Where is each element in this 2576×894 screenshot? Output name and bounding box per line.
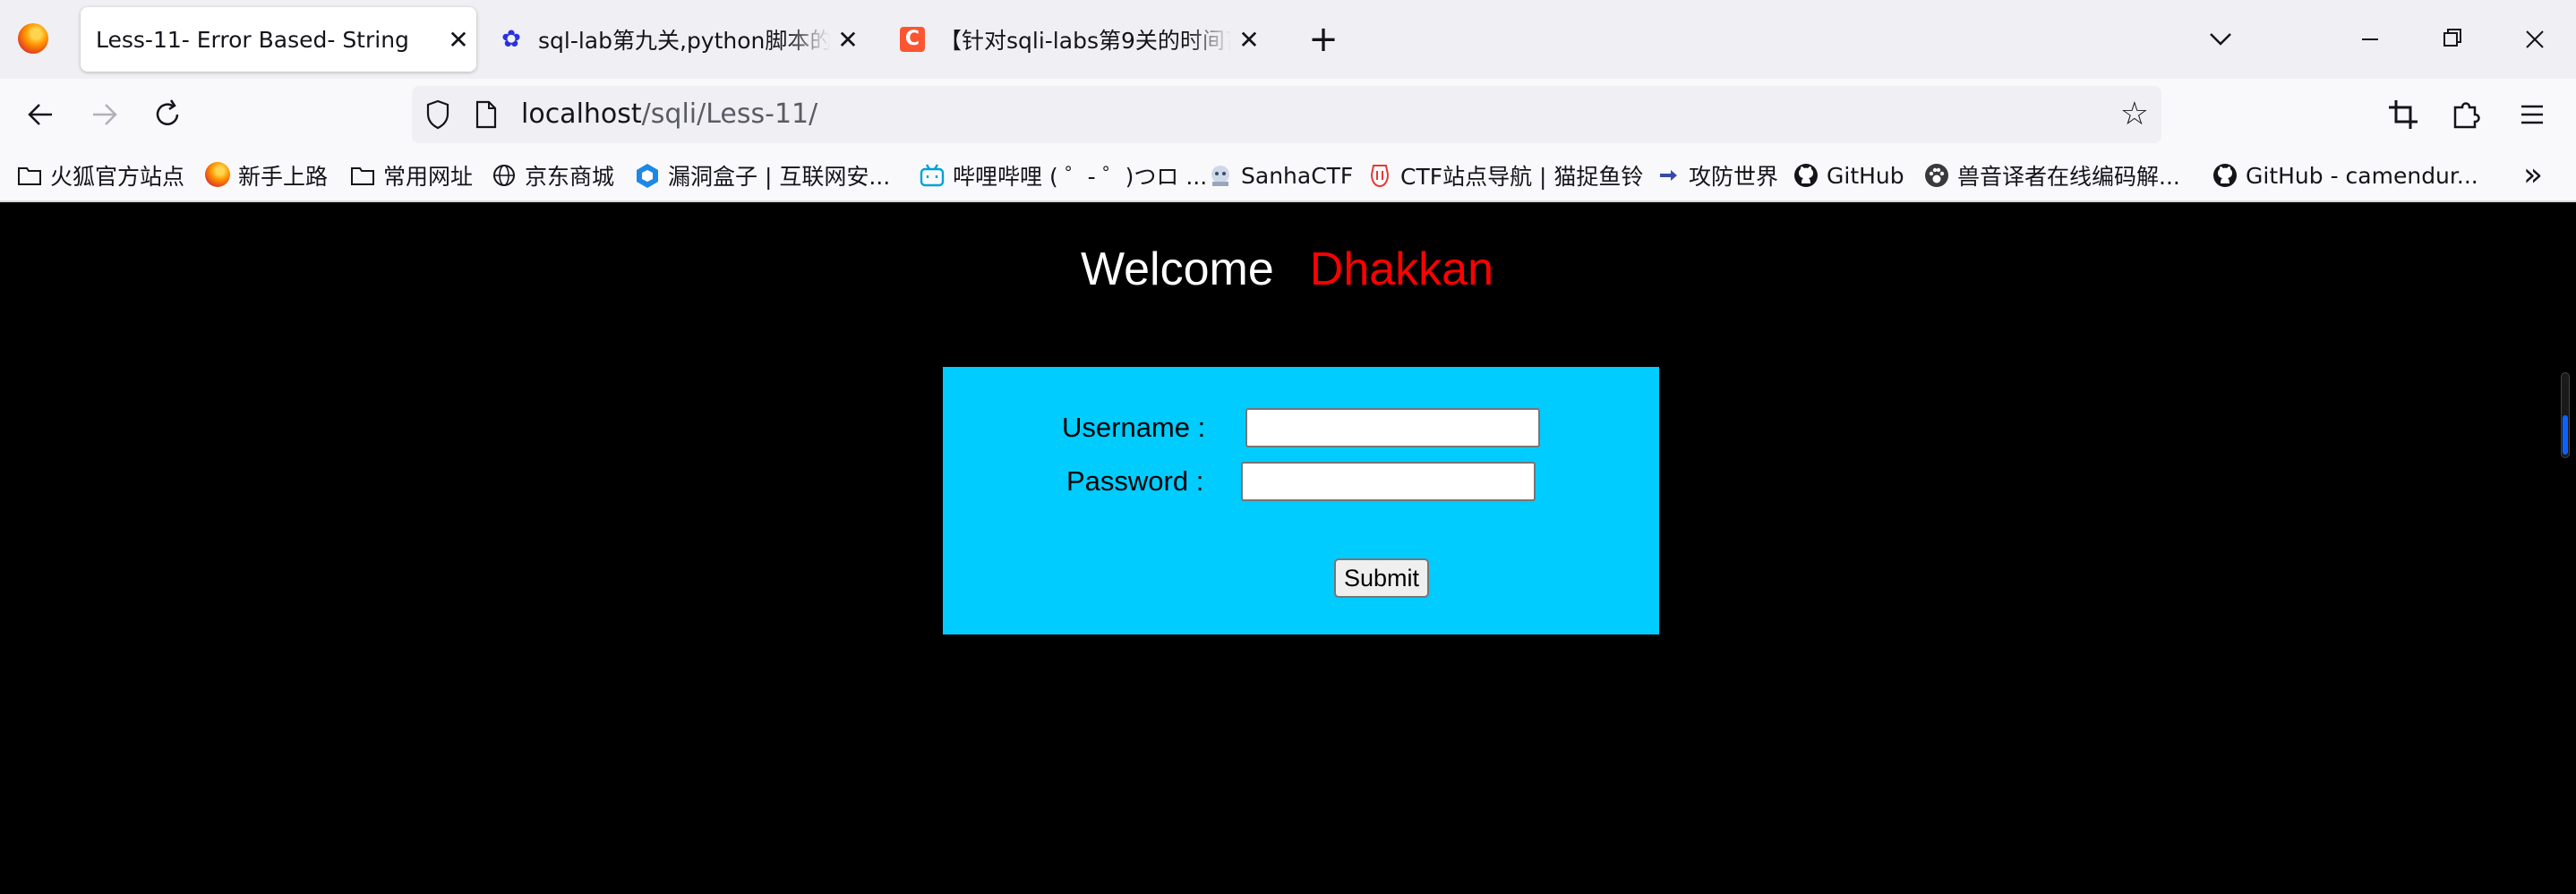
- paw-icon: [1923, 162, 1950, 189]
- crop-screenshot-icon[interactable]: [2382, 93, 2425, 136]
- tab-title: Less-11- Error Based- String: [96, 26, 409, 53]
- password-input[interactable]: [1241, 462, 1536, 501]
- welcome-text: Welcome: [1081, 243, 1274, 295]
- password-label: Password :: [1066, 465, 1204, 497]
- bookmark-bilibili[interactable]: 哔哩哔哩 ( ゜- ゜)つロ ...: [919, 158, 1207, 193]
- csdn-c-icon: C: [900, 27, 925, 52]
- bookmark-jd[interactable]: 京东商城: [491, 158, 614, 193]
- tab-sqli-labs-9[interactable]: C 【针对sqli-labs第9关的时间盲注 ✕: [900, 7, 1267, 72]
- bookmark-vulbox[interactable]: 漏洞盒子 | 互联网安...: [634, 158, 890, 193]
- close-icon[interactable]: ✕: [441, 25, 476, 55]
- url-host: localhost: [521, 98, 642, 130]
- github-icon: [2212, 162, 2238, 189]
- bookmark-adworld[interactable]: 攻防世界: [1655, 158, 1778, 193]
- more-bookmarks-chevron-icon[interactable]: »: [2523, 158, 2543, 193]
- page-content: Welcome Dhakkan Username : Password : Sub…: [0, 202, 2576, 894]
- bilibili-icon: [919, 162, 946, 189]
- tab-sql-lab-python[interactable]: ✿ sql-lab第九关,python脚本的编 ✕: [499, 7, 866, 72]
- github-icon: [1793, 162, 1819, 189]
- folder-icon: [349, 162, 376, 189]
- forward-arrow-icon[interactable]: [82, 91, 127, 138]
- navigation-toolbar: localhost/sqli/Less-11/ ☆: [0, 79, 2576, 150]
- bookmark-label: CTF站点导航 | 猫捉鱼铃: [1400, 164, 1644, 190]
- globe-icon: [491, 162, 518, 189]
- welcome-name: Dhakkan: [1309, 243, 1494, 295]
- bookmark-common-sites[interactable]: 常用网址: [349, 158, 473, 193]
- tracking-protection-shield-icon[interactable]: [424, 98, 451, 131]
- tab-title: 【针对sqli-labs第9关的时间盲注: [939, 28, 1231, 54]
- scrollbar-thumb[interactable]: [2563, 415, 2568, 455]
- ctf-icon: [1366, 162, 1393, 189]
- close-icon[interactable]: ✕: [1231, 25, 1267, 55]
- firefox-icon: [204, 162, 231, 189]
- bookmark-star-icon[interactable]: ☆: [2120, 95, 2149, 134]
- bookmark-sanhactf[interactable]: SanhaCTF: [1207, 158, 1353, 193]
- tab-less-11[interactable]: Less-11- Error Based- String ✕: [81, 7, 476, 72]
- hexagon-icon: [634, 162, 661, 189]
- minimize-icon[interactable]: [2343, 16, 2397, 63]
- bookmark-label: 常用网址: [383, 164, 474, 190]
- username-input[interactable]: [1245, 408, 1540, 447]
- bookmark-label: SanhaCTF: [1241, 162, 1354, 189]
- close-icon[interactable]: ✕: [830, 25, 866, 55]
- submit-button[interactable]: Submit: [1334, 558, 1429, 598]
- bookmark-ctf-nav[interactable]: CTF站点导航 | 猫捉鱼铃: [1366, 158, 1643, 193]
- restore-icon[interactable]: [2426, 16, 2479, 63]
- username-label: Username :: [1062, 412, 1206, 443]
- bookmark-firefox-official[interactable]: 火狐官方站点: [16, 158, 184, 193]
- bookmark-label: 新手上路: [238, 164, 329, 190]
- bookmark-label: 京东商城: [525, 164, 615, 190]
- bookmark-label: 火狐官方站点: [50, 164, 185, 190]
- tab-bar: Less-11- Error Based- String ✕ ✿ sql-lab…: [0, 0, 2576, 79]
- baidu-paw-icon: ✿: [501, 26, 521, 53]
- url-text[interactable]: localhost/sqli/Less-11/: [521, 98, 817, 131]
- extensions-puzzle-icon[interactable]: [2444, 93, 2487, 136]
- bookmarks-toolbar: 火狐官方站点 新手上路 常用网址 京东商城 漏洞盒子 | 互联网安... 哔哩哔…: [0, 150, 2576, 202]
- firefox-logo-icon[interactable]: [18, 23, 48, 54]
- new-tab-plus-icon[interactable]: +: [1303, 16, 1344, 63]
- reload-icon[interactable]: [146, 91, 191, 138]
- url-path: /sqli/Less-11/: [641, 98, 818, 130]
- bookmark-getting-started[interactable]: 新手上路: [204, 158, 328, 193]
- sanha-icon: [1207, 162, 1234, 189]
- tab-title: sql-lab第九关,python脚本的编: [538, 28, 830, 54]
- back-arrow-icon[interactable]: [18, 91, 63, 138]
- hamburger-menu-icon[interactable]: [2511, 93, 2554, 136]
- bookmark-label: GitHub - camendur...: [2246, 162, 2478, 189]
- folder-icon: [16, 162, 43, 189]
- bookmark-label: GitHub: [1827, 162, 1904, 189]
- bookmark-github-camendur[interactable]: GitHub - camendur...: [2212, 158, 2478, 193]
- bookmark-github[interactable]: GitHub: [1793, 158, 1904, 193]
- address-bar[interactable]: localhost/sqli/Less-11/ ☆: [412, 86, 2161, 143]
- login-form: Username : Password : Submit: [943, 367, 1659, 634]
- bookmark-beast-translator[interactable]: 兽音译者在线编码解...: [1923, 158, 2180, 193]
- close-window-icon[interactable]: [2508, 16, 2562, 63]
- bookmark-label: 漏洞盒子 | 互联网安...: [668, 164, 891, 190]
- bookmark-label: 哔哩哔哩 ( ゜- ゜)つロ ...: [953, 164, 1208, 190]
- arrow-icon: [1655, 162, 1682, 189]
- list-all-tabs-chevron-icon[interactable]: [2203, 18, 2238, 61]
- bookmark-label: 攻防世界: [1689, 164, 1779, 190]
- bookmark-label: 兽音译者在线编码解...: [1957, 164, 2180, 190]
- page-info-icon[interactable]: [475, 100, 498, 129]
- welcome-heading: Welcome Dhakkan: [1081, 238, 1493, 301]
